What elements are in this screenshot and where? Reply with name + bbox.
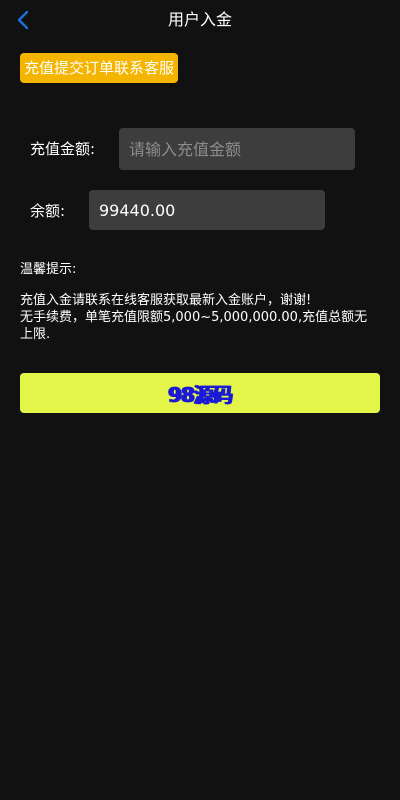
page-title: 用户入金: [167, 10, 232, 29]
amount-label: 充值金额:: [30, 140, 96, 158]
tips-line-1: 充值入金请联系在线客服获取最新入金账户，谢谢!: [20, 293, 312, 308]
header-bar: 用户入金: [0, 0, 400, 40]
amount-input[interactable]: [119, 128, 355, 170]
tips-line-2: 无手续费，单笔充值限额5,000~5,000,000.00,充值总额无上限.: [20, 310, 368, 342]
balance-field[interactable]: [89, 190, 325, 230]
submit-button[interactable]: 98源码: [20, 373, 380, 413]
submit-button-label: 98源码: [168, 382, 233, 407]
contact-service-tag[interactable]: 充值提交订单联系客服: [20, 53, 179, 83]
tips-body: 充值入金请联系在线客服获取最新入金账户，谢谢! 无手续费，单笔充值限额5,000…: [20, 292, 380, 343]
tips-title: 温馨提示:: [20, 262, 77, 277]
balance-label: 余额:: [30, 202, 66, 220]
